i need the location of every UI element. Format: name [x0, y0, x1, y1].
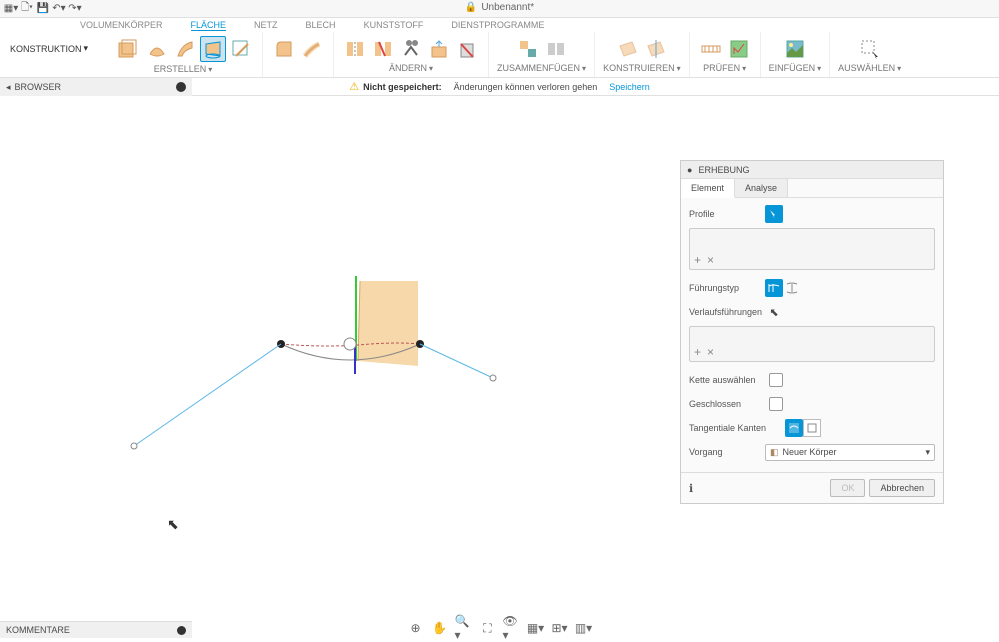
assemble-tool-icon[interactable] [515, 36, 541, 62]
cancel-button[interactable]: Abbrechen [869, 479, 935, 497]
look-at-icon[interactable]: 👁▾ [503, 619, 521, 637]
chain-checkbox[interactable] [769, 373, 783, 387]
chevron-down-icon: ▾ [925, 447, 930, 458]
closed-label: Geschlossen [689, 399, 765, 409]
select-tool-icon[interactable] [857, 36, 883, 62]
redo-icon[interactable]: ↷▾ [68, 2, 82, 16]
insert-tool-icon[interactable] [782, 36, 808, 62]
ribbon: KONSTRUKTION ▾ ERSTELLEN ÄNDERN [0, 32, 999, 78]
not-saved-label: Nicht gespeichert: [363, 82, 442, 92]
tab-kunststoff[interactable]: KUNSTSTOFF [364, 20, 424, 30]
tab-dienstprogramme[interactable]: DIENSTPROGRAMME [451, 20, 544, 30]
split-tool-icon[interactable] [398, 36, 424, 62]
panel-tab-analyse[interactable]: Analyse [735, 179, 788, 197]
orbit-icon[interactable]: ⊕ [407, 619, 425, 637]
remove-rail-button[interactable]: × [707, 345, 714, 359]
viewport-icon[interactable]: ▥▾ [575, 619, 593, 637]
warning-icon: ⚠ [349, 80, 359, 93]
panel-header[interactable]: ● ERHEBUNG [681, 161, 943, 179]
move-tool-icon[interactable] [426, 36, 452, 62]
ok-button[interactable]: OK [830, 479, 865, 497]
unstitch-tool-icon[interactable] [370, 36, 396, 62]
extrude-tool-icon[interactable] [112, 34, 142, 64]
tan-label: Tangentiale Kanten [689, 423, 785, 433]
stitch-tool-icon[interactable] [342, 36, 368, 62]
panel-bullet-icon: ● [687, 165, 692, 175]
operation-select[interactable]: ◧Neuer Körper ▾ [765, 444, 935, 461]
fit-icon[interactable]: ⛶ [479, 619, 497, 637]
comments-bar[interactable]: KOMMENTARE [0, 621, 192, 638]
browser-options-icon[interactable] [176, 82, 186, 92]
profile-select-button[interactable] [765, 205, 783, 223]
browser-header[interactable]: ◂BROWSER [0, 78, 192, 96]
group-konstruieren-label: KONSTRUIEREN [603, 63, 681, 75]
revolve-tool-icon[interactable] [144, 36, 170, 62]
guide-type-centerline-button[interactable] [783, 279, 801, 297]
fillet-tool-icon[interactable] [271, 36, 297, 62]
group-pruefen-label: PRÜFEN [703, 63, 746, 75]
document-title: Unbenannt* [481, 2, 534, 13]
group-erstellen-label: ERSTELLEN [154, 64, 213, 75]
group-auswaehlen-label: AUSWÄHLEN [838, 63, 901, 75]
app-menu-icon[interactable]: ▦▾ [4, 2, 18, 16]
grid-icon[interactable]: ⊞▾ [551, 619, 569, 637]
sweep-tool-icon[interactable] [172, 36, 198, 62]
save-msg: Änderungen können verloren gehen [454, 82, 598, 92]
guidetype-label: Führungstyp [689, 283, 765, 293]
delete-tool-icon[interactable] [454, 36, 480, 62]
save-link[interactable]: Speichern [609, 82, 650, 92]
sketch-tool-icon[interactable] [228, 36, 254, 62]
cursor-icon: ⬉ [167, 516, 179, 533]
remove-profile-button[interactable]: × [707, 253, 714, 267]
loft-panel: ● ERHEBUNG Element Analyse Profile + × F… [680, 160, 944, 504]
ribbon-tabs: VOLUMENKÖRPER FLÄCHE NETZ BLECH KUNSTSTO… [0, 18, 999, 32]
undo-icon[interactable]: ↶▾ [52, 2, 66, 16]
display-icon[interactable]: ▦▾ [527, 619, 545, 637]
panel-tab-element[interactable]: Element [681, 179, 735, 198]
new-icon[interactable]: 🗋▾ [20, 2, 34, 16]
plane-tool-icon[interactable] [615, 36, 641, 62]
rails-listbox[interactable]: + × [689, 326, 935, 362]
tan-smooth-button[interactable] [785, 419, 803, 437]
window-title: 🔒 Unbenannt* [465, 2, 534, 13]
zoom-icon[interactable]: 🔍▾ [455, 619, 473, 637]
tab-blech[interactable]: BLECH [306, 20, 336, 30]
inspect-tool-icon[interactable] [726, 36, 752, 62]
tab-volumenkoerper[interactable]: VOLUMENKÖRPER [80, 20, 163, 30]
comments-options-icon[interactable] [177, 626, 186, 635]
group-zusammen-label: ZUSAMMENFÜGEN [497, 63, 586, 75]
tab-flaeche[interactable]: FLÄCHE [191, 20, 227, 31]
profile-listbox[interactable]: + × [689, 228, 935, 270]
konstruktion-menu[interactable]: KONSTRUKTION ▾ [2, 39, 96, 58]
chamfer-tool-icon[interactable] [299, 36, 325, 62]
rails-select-button[interactable]: ⬉ [765, 303, 783, 321]
comments-label: KOMMENTARE [6, 625, 70, 635]
guide-type-rails-button[interactable] [765, 279, 783, 297]
add-profile-button[interactable]: + [694, 253, 701, 267]
loft-tool-icon[interactable] [200, 36, 226, 62]
info-icon[interactable]: ℹ [689, 482, 693, 495]
add-rail-button[interactable]: + [694, 345, 701, 359]
axis-tool-icon[interactable] [643, 36, 669, 62]
view-toolbar: ⊕ ✋ 🔍▾ ⛶ 👁▾ ▦▾ ⊞▾ ▥▾ [407, 618, 593, 638]
lock-icon: 🔒 [465, 2, 477, 13]
measure-tool-icon[interactable] [698, 36, 724, 62]
pan-icon[interactable]: ✋ [431, 619, 449, 637]
rails-label: Verlaufsführungen [689, 307, 765, 317]
group-einfuegen-label: EINFÜGEN [769, 63, 822, 75]
save-icon[interactable]: 💾 [36, 2, 50, 16]
profile-label: Profile [689, 209, 765, 219]
group-aendern-label: ÄNDERN [389, 63, 433, 75]
tab-netz[interactable]: NETZ [254, 20, 278, 30]
panel-title: ERHEBUNG [698, 165, 749, 175]
op-label: Vorgang [689, 447, 765, 457]
closed-checkbox[interactable] [769, 397, 783, 411]
chain-label: Kette auswählen [689, 375, 765, 385]
joint-tool-icon[interactable] [543, 36, 569, 62]
tan-sharp-button[interactable] [803, 419, 821, 437]
